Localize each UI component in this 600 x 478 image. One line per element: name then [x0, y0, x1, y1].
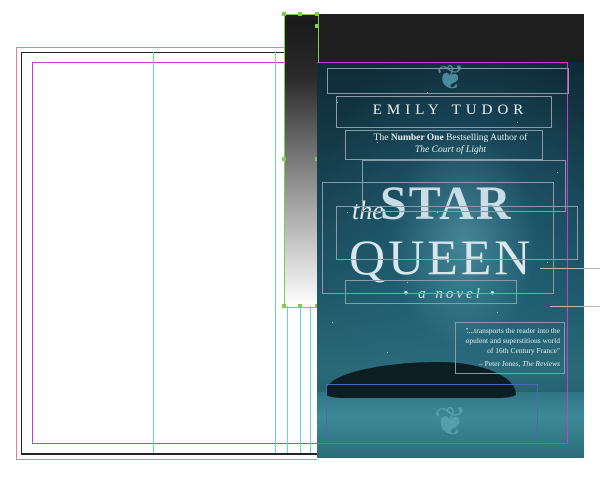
- text-frame[interactable]: [327, 68, 569, 94]
- cover-top-bleed: [284, 14, 584, 62]
- selection-handle[interactable]: [282, 157, 286, 161]
- selection-handle[interactable]: [298, 304, 302, 308]
- selection-handle[interactable]: [282, 304, 286, 308]
- page-bottom-edge: [21, 453, 317, 454]
- text-frame[interactable]: [336, 96, 552, 128]
- text-frame[interactable]: [455, 322, 565, 374]
- selection-handle[interactable]: [298, 12, 302, 16]
- ruler-guide[interactable]: [550, 306, 600, 307]
- selected-frame[interactable]: [284, 14, 319, 308]
- column-guide[interactable]: [275, 52, 276, 453]
- selection-handle[interactable]: [282, 12, 286, 16]
- text-frame[interactable]: [345, 130, 543, 160]
- column-guide[interactable]: [153, 52, 154, 453]
- selection-handle[interactable]: [315, 24, 319, 28]
- text-frame[interactable]: [336, 206, 578, 260]
- ruler-guide[interactable]: [540, 268, 600, 269]
- image-frame[interactable]: [326, 384, 538, 442]
- selection-handle[interactable]: [315, 12, 319, 16]
- text-frame[interactable]: [345, 280, 517, 304]
